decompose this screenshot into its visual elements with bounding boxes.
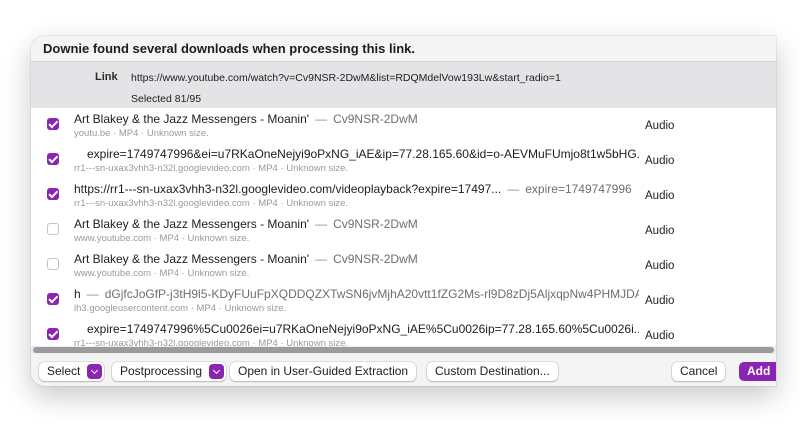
row-separator: — xyxy=(315,217,328,231)
row-code: Cv9NSR-2DwM xyxy=(333,252,418,266)
download-row[interactable]: Art Blakey & the Jazz Messengers - Moani… xyxy=(31,213,776,248)
row-subtitle: rr1---sn-uxax3vhh3-n32l.googlevideo.com … xyxy=(74,163,349,174)
row-title: h xyxy=(74,287,81,301)
row-subtitle: lh3.googleusercontent.com · MP4 · Unknow… xyxy=(74,303,287,314)
row-title: Art Blakey & the Jazz Messengers - Moani… xyxy=(74,112,310,126)
row-checkbox-checked[interactable] xyxy=(47,293,59,305)
postprocessing-popup-button[interactable]: Postprocessing xyxy=(112,362,227,381)
row-title: Art Blakey & the Jazz Messengers - Moani… xyxy=(74,252,310,266)
row-title-line: https://rr1---sn-uxax3vhh3-n32l.googlevi… xyxy=(74,182,639,196)
row-type: Audio xyxy=(645,155,675,167)
postprocessing-label: Postprocessing xyxy=(120,364,203,378)
scrollbar-thumb[interactable] xyxy=(33,347,774,353)
row-type: Audio xyxy=(645,295,675,307)
dialog-title: Downie found several downloads when proc… xyxy=(43,41,416,56)
row-checkbox-checked[interactable] xyxy=(47,118,59,130)
add-button[interactable]: Add xyxy=(739,362,776,381)
open-user-guided-extraction-button[interactable]: Open in User-Guided Extraction xyxy=(230,362,417,381)
row-separator: — xyxy=(86,287,99,301)
select-popup-button[interactable]: Select xyxy=(39,362,105,381)
row-separator: — xyxy=(315,112,328,126)
row-title: expire=1749747996%5Cu0026ei=u7RKaOneNejy… xyxy=(87,322,639,336)
row-type: Audio xyxy=(645,330,675,342)
row-title-line: Art Blakey & the Jazz Messengers - Moani… xyxy=(74,112,639,126)
row-checkbox-checked[interactable] xyxy=(47,328,59,340)
row-title-line: expire=1749747996%5Cu0026ei=u7RKaOneNejy… xyxy=(87,322,639,336)
row-checkbox-checked[interactable] xyxy=(47,188,59,200)
select-label: Select xyxy=(47,364,81,378)
link-label: Link xyxy=(95,71,118,83)
cancel-button[interactable]: Cancel xyxy=(672,362,726,381)
row-subtitle: rr1---sn-uxax3vhh3-n32l.googlevideo.com … xyxy=(74,198,349,209)
row-subtitle: www.youtube.com · MP4 · Unknown size. xyxy=(74,268,250,279)
row-subtitle: youtu.be · MP4 · Unknown size. xyxy=(74,128,209,139)
row-title-line: Art Blakey & the Jazz Messengers - Moani… xyxy=(74,217,639,231)
row-code: expire=1749747996 xyxy=(525,182,632,196)
row-checkbox-unchecked[interactable] xyxy=(47,258,59,270)
row-subtitle: www.youtube.com · MP4 · Unknown size. xyxy=(74,233,250,244)
download-row[interactable]: Art Blakey & the Jazz Messengers - Moani… xyxy=(31,248,776,283)
row-type: Audio xyxy=(645,190,675,202)
row-title: expire=1749747996&ei=u7RKaOneNejyi9oPxNG… xyxy=(87,147,639,161)
row-subtitle: rr1---sn-uxax3vhh3-n32l.googlevideo.com … xyxy=(74,338,349,346)
link-url[interactable]: https://www.youtube.com/watch?v=Cv9NSR-2… xyxy=(131,72,561,84)
row-title: Art Blakey & the Jazz Messengers - Moani… xyxy=(74,217,310,231)
download-row[interactable]: h — dGjfcJoGfP-j3tH9l5-KDyFUuFpXQDDQZXTwSN… xyxy=(31,283,776,318)
row-title-line: h — dGjfcJoGfP-j3tH9l5-KDyFUuFpXQDDQZXTwSN… xyxy=(74,287,639,301)
row-title-line: Art Blakey & the Jazz Messengers - Moani… xyxy=(74,252,639,266)
chevron-down-icon xyxy=(209,364,225,379)
row-separator: — xyxy=(315,252,328,266)
horizontal-scrollbar[interactable] xyxy=(31,346,776,354)
row-type: Audio xyxy=(645,120,675,132)
download-list[interactable]: Art Blakey & the Jazz Messengers - Moani… xyxy=(31,108,776,346)
row-checkbox-checked[interactable] xyxy=(47,153,59,165)
row-type: Audio xyxy=(645,260,675,272)
row-type: Audio xyxy=(645,225,675,237)
row-checkbox-unchecked[interactable] xyxy=(47,223,59,235)
custom-destination-button[interactable]: Custom Destination... xyxy=(427,362,558,381)
row-code: dGjfcJoGfP-j3tH9l5-KDyFUuFpXQDDQZXTwSN6j… xyxy=(104,287,639,301)
row-title-line: expire=1749747996&ei=u7RKaOneNejyi9oPxNG… xyxy=(87,147,639,161)
row-code: Cv9NSR-2DwM xyxy=(333,112,418,126)
download-row[interactable]: expire=1749747996%5Cu0026ei=u7RKaOneNejy… xyxy=(31,318,776,346)
downloads-dialog: Downie found several downloads when proc… xyxy=(31,36,776,386)
download-row[interactable]: expire=1749747996&ei=u7RKaOneNejyi9oPxNG… xyxy=(31,143,776,178)
row-title: https://rr1---sn-uxax3vhh3-n32l.googlevi… xyxy=(74,182,502,196)
download-row[interactable]: Art Blakey & the Jazz Messengers - Moani… xyxy=(31,108,776,143)
row-separator: — xyxy=(507,182,520,196)
row-code: Cv9NSR-2DwM xyxy=(333,217,418,231)
chevron-down-icon xyxy=(87,364,103,379)
selection-count: Selected 81/95 xyxy=(131,93,202,105)
download-row[interactable]: https://rr1---sn-uxax3vhh3-n32l.googlevi… xyxy=(31,178,776,213)
